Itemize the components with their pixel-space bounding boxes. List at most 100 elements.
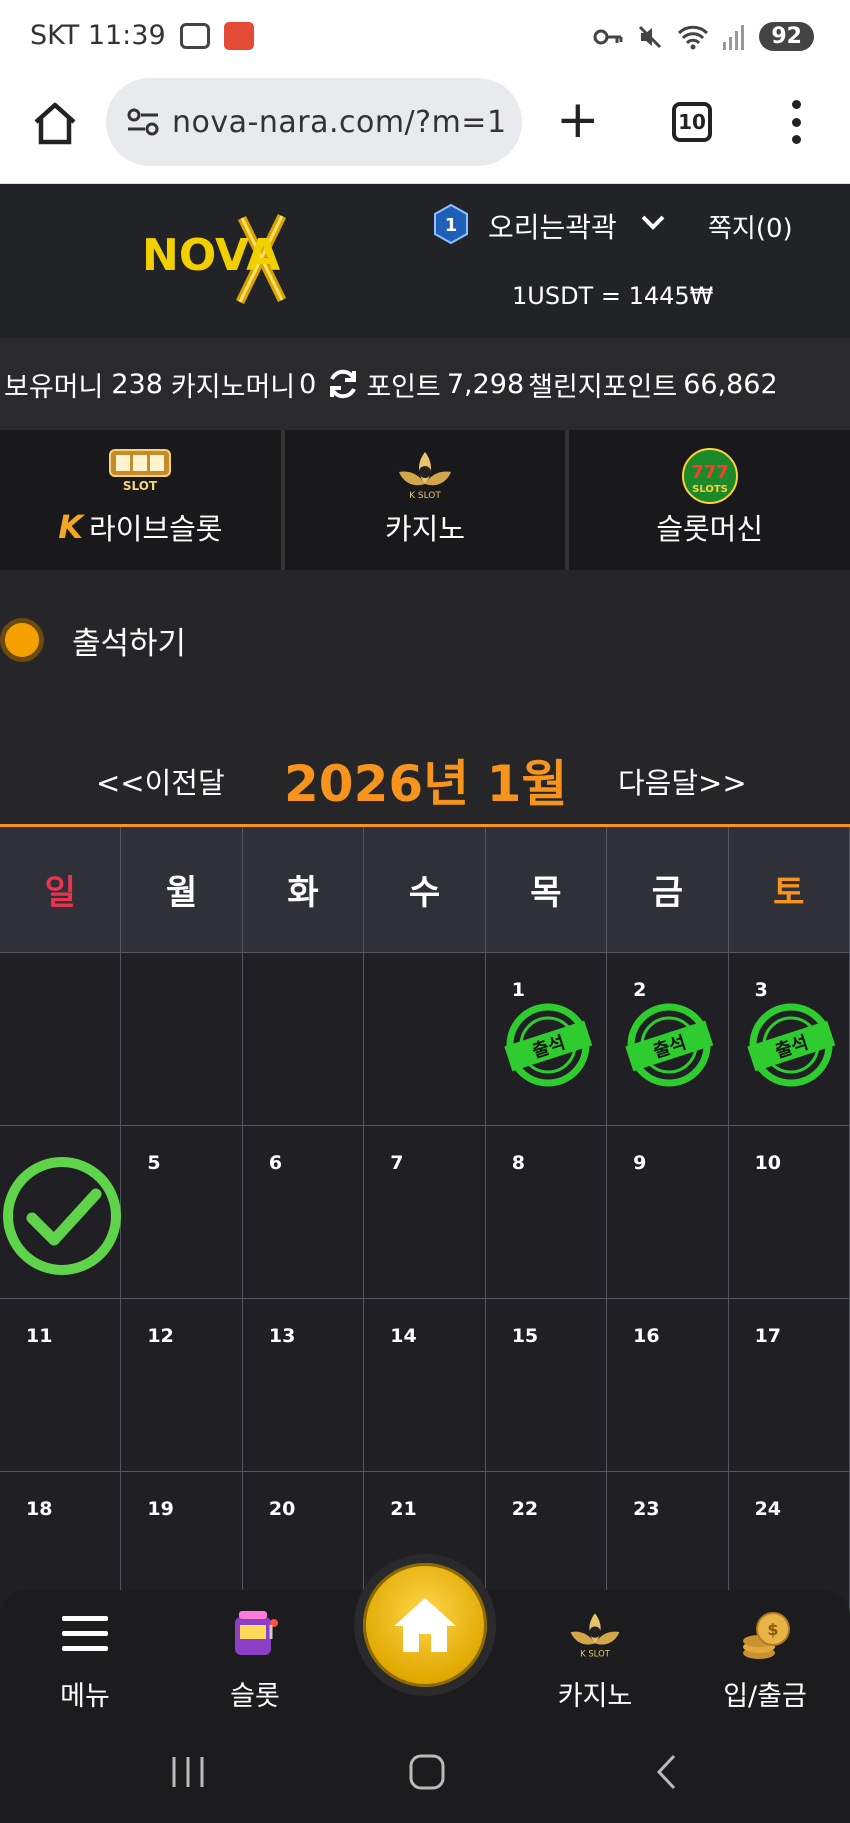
menu-button[interactable]: 메뉴 — [20, 1606, 150, 1713]
new-tab-button[interactable]: + — [556, 92, 600, 148]
day-number: 12 — [147, 1325, 174, 1347]
calendar-day-3[interactable]: 3 출석 — [728, 953, 850, 1126]
day-number: 15 — [511, 1325, 539, 1347]
key-icon — [593, 29, 623, 44]
777-slots-icon: 777 SLOTS — [681, 448, 738, 504]
calendar-day-5[interactable]: 5 — [121, 1126, 243, 1299]
day-number: 20 — [268, 1498, 296, 1520]
weekday-fri: 금 — [607, 827, 729, 953]
day-number: 13 — [268, 1325, 296, 1347]
level-badge-icon: 1 — [434, 204, 468, 244]
app-notification-icon — [223, 21, 254, 50]
attendance-calendar: 일 월 화 수 목 금 토 1 출석 2 출석 3 출석 5 6 7 8 9 10 11 12 13 14 15… — [0, 824, 850, 1645]
today-check-icon — [3, 1157, 121, 1275]
nova-logo[interactable]: NOVA — [142, 208, 322, 308]
svg-text:K SLOT: K SLOT — [580, 1649, 611, 1659]
recent-apps-icon[interactable] — [168, 1755, 208, 1789]
calendar-day-12[interactable]: 12 — [121, 1299, 243, 1472]
weekday-wed: 수 — [364, 827, 486, 953]
calendar-day-6[interactable]: 6 — [242, 1126, 365, 1299]
slot-button[interactable]: 슬롯 — [190, 1606, 320, 1713]
casino-money-value: 0 — [299, 368, 317, 400]
refresh-icon[interactable] — [326, 367, 360, 401]
logo-text: NOVA — [142, 230, 280, 281]
day-number: 14 — [390, 1325, 417, 1347]
carrier-time: SKT 11:39 — [30, 20, 166, 51]
weekday-sun: 일 — [0, 827, 122, 953]
mute-icon — [639, 25, 662, 48]
system-home-icon[interactable] — [408, 1753, 446, 1791]
svg-text:SLOTS: SLOTS — [692, 484, 728, 495]
day-number: 9 — [633, 1152, 647, 1174]
casino-button[interactable]: K SLOT 카지노 — [530, 1606, 660, 1713]
attendance-stamp-icon: 출석 — [625, 1003, 714, 1087]
chevron-down-icon[interactable] — [640, 214, 666, 232]
calendar-day-11[interactable]: 11 — [0, 1299, 122, 1472]
k-mark-icon: K — [58, 508, 84, 546]
day-number: 11 — [26, 1325, 53, 1347]
system-navigation-bar — [0, 1723, 850, 1823]
memo-link[interactable]: 쪽지(0) — [708, 208, 793, 245]
calendar-day-empty — [242, 953, 365, 1126]
site-settings-icon[interactable] — [126, 107, 160, 137]
month-title: 2026년 1월 — [284, 755, 568, 813]
tab-live-slot[interactable]: SLOT K 라이브슬롯 — [0, 430, 281, 570]
next-month-button[interactable]: 다음달>> — [618, 760, 747, 802]
tab-switcher-button[interactable]: 10 — [672, 102, 712, 142]
menu-label: 메뉴 — [60, 1681, 110, 1712]
slot-machine-icon — [235, 1611, 278, 1655]
deposit-withdraw-label: 입/출금 — [723, 1681, 807, 1712]
tab-slot-machine[interactable]: 777 SLOTS 슬롯머신 — [569, 430, 850, 570]
live-slot-icon: SLOT — [109, 449, 172, 493]
calendar-day-7[interactable]: 7 — [364, 1126, 486, 1299]
calendar-day-empty — [0, 953, 122, 1126]
k-slot-lotus-icon: K SLOT — [399, 452, 451, 500]
deposit-withdraw-button[interactable]: $ 입/출금 — [700, 1606, 830, 1713]
home-icon — [394, 1598, 456, 1652]
calendar-day-8[interactable]: 8 — [485, 1126, 608, 1299]
home-icon[interactable] — [30, 98, 80, 148]
calendar-grid: 1 출석 2 출석 3 출석 5 6 7 8 9 10 11 12 13 14 15 16 17 18 19 20 21 22… — [0, 953, 850, 1645]
tab-casino-label: 카지노 — [384, 512, 466, 546]
calendar-weekday-header: 일 월 화 수 목 금 토 — [0, 827, 850, 953]
calendar-day-1[interactable]: 1 출석 — [485, 953, 608, 1126]
calendar-day-16[interactable]: 16 — [607, 1299, 729, 1472]
calendar-day-13[interactable]: 13 — [242, 1299, 365, 1472]
address-bar[interactable]: nova-nara.com/?m=1 — [106, 78, 522, 166]
calendar-day-10[interactable]: 10 — [728, 1126, 850, 1299]
calendar-day-9[interactable]: 9 — [607, 1126, 729, 1299]
tab-casino[interactable]: K SLOT 카지노 — [284, 430, 566, 570]
weekday-thu: 목 — [485, 827, 608, 953]
attendance-title: 출석하기 — [72, 625, 187, 662]
calendar-day-15[interactable]: 15 — [485, 1299, 608, 1472]
calendar-day-14[interactable]: 14 — [364, 1299, 486, 1472]
hold-money-value: 238 — [111, 368, 163, 400]
section-dot-icon — [0, 618, 44, 662]
more-menu-icon[interactable] — [786, 100, 806, 144]
challenge-point-value: 66,862 — [683, 368, 778, 400]
day-number: 24 — [754, 1498, 782, 1520]
day-number: 16 — [633, 1325, 660, 1347]
url-text[interactable]: nova-nara.com/?m=1 — [172, 105, 507, 140]
day-number: 23 — [633, 1498, 660, 1520]
signal-icon — [723, 24, 745, 50]
weekday-sat: 토 — [728, 827, 850, 953]
month-navigation: <<이전달 2026년 1월 다음달>> — [0, 740, 850, 820]
home-button[interactable] — [354, 1554, 496, 1696]
username[interactable]: 오리는곽곽 — [488, 206, 617, 246]
prev-month-button[interactable]: <<이전달 — [96, 760, 225, 802]
casino-label: 카지노 — [557, 1681, 633, 1712]
wifi-icon — [678, 25, 709, 49]
weekday-mon: 월 — [121, 827, 243, 953]
calendar-day-empty — [364, 953, 486, 1126]
calendar-day-2[interactable]: 2 출석 — [607, 953, 729, 1126]
calendar-day-4[interactable] — [0, 1126, 122, 1299]
day-number: 22 — [511, 1498, 539, 1520]
day-number: 17 — [754, 1325, 782, 1347]
day-number: 5 — [147, 1152, 161, 1174]
back-icon[interactable] — [654, 1753, 678, 1791]
calendar-day-17[interactable]: 17 — [728, 1299, 850, 1472]
screenshot-icon — [179, 22, 210, 49]
svg-text:1: 1 — [445, 215, 458, 236]
attendance-header: 출석하기 — [0, 610, 186, 670]
